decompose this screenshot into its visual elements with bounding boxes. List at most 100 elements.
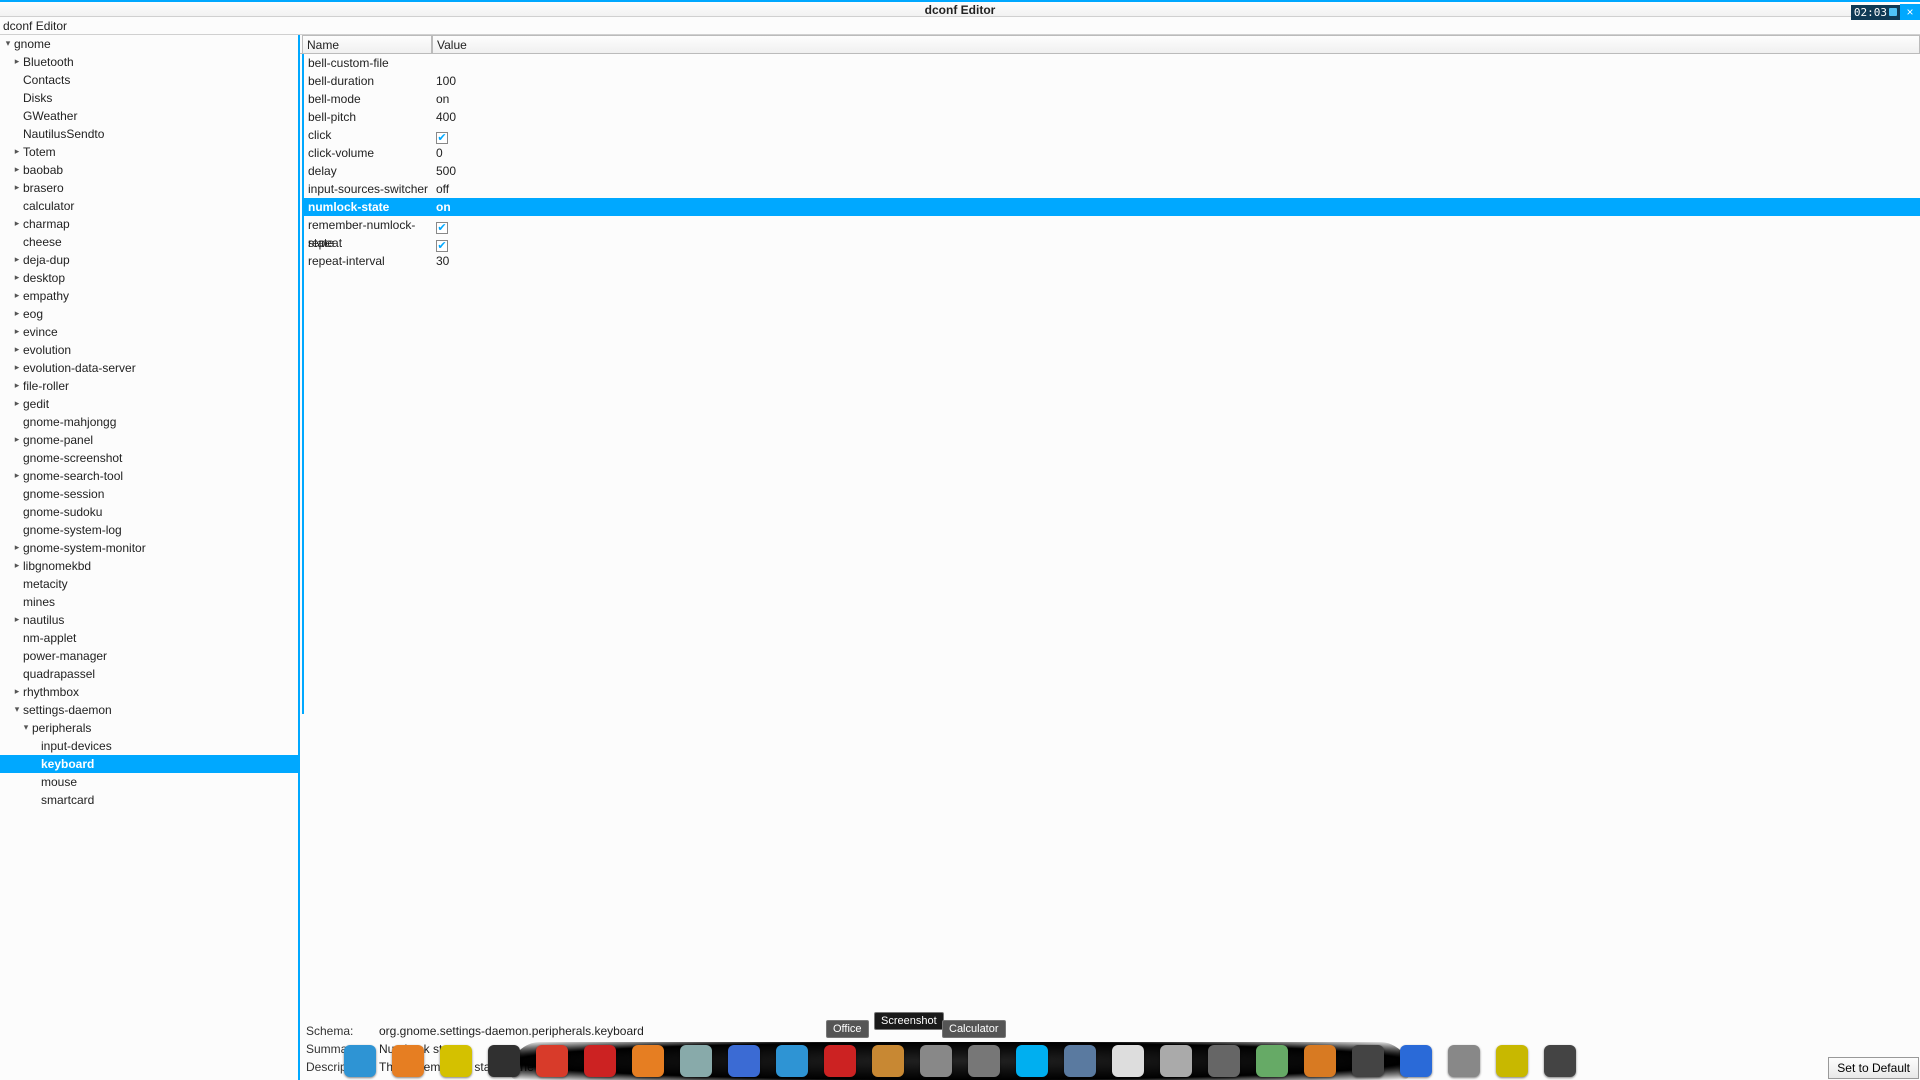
tree-item-cheese[interactable]: ▸cheese <box>0 233 298 251</box>
key-value[interactable]: on <box>434 198 1920 216</box>
dock-pidgin-icon[interactable] <box>728 1045 760 1077</box>
chevron-right-icon[interactable]: ▸ <box>12 304 22 322</box>
tree-item-smartcard[interactable]: ▸smartcard <box>0 791 298 809</box>
menubar[interactable]: dconf Editor <box>0 17 1920 35</box>
tree-item-gnome-screenshot[interactable]: ▸gnome-screenshot <box>0 449 298 467</box>
chevron-right-icon[interactable]: ▸ <box>12 430 22 448</box>
column-header-name[interactable]: Name <box>302 35 432 53</box>
chevron-right-icon[interactable]: ▸ <box>12 358 22 376</box>
tree-item-Disks[interactable]: ▸Disks <box>0 89 298 107</box>
dock-monitor-icon[interactable] <box>1544 1045 1576 1077</box>
tree-item-gnome-system-log[interactable]: ▸gnome-system-log <box>0 521 298 539</box>
tree-item-gnome-search-tool[interactable]: ▸gnome-search-tool <box>0 467 298 485</box>
set-to-default-button[interactable]: Set to Default <box>1828 1057 1919 1079</box>
chevron-right-icon[interactable]: ▸ <box>12 394 22 412</box>
tree-item-gnome-mahjongg[interactable]: ▸gnome-mahjongg <box>0 413 298 431</box>
dock-zorin-icon[interactable] <box>776 1045 808 1077</box>
key-row-bell-pitch[interactable]: bell-pitch400 <box>304 108 1920 126</box>
tree-item-deja-dup[interactable]: ▸deja-dup <box>0 251 298 269</box>
dock-java-icon[interactable] <box>1064 1045 1096 1077</box>
tree-item-keyboard[interactable]: ▸keyboard <box>0 755 298 773</box>
tree-item-gnome-system-monitor[interactable]: ▸gnome-system-monitor <box>0 539 298 557</box>
tree-item-metacity[interactable]: ▸metacity <box>0 575 298 593</box>
tree-item-rhythmbox[interactable]: ▸rhythmbox <box>0 683 298 701</box>
tree-item-Totem[interactable]: ▸Totem <box>0 143 298 161</box>
tree-item-gedit[interactable]: ▸gedit <box>0 395 298 413</box>
tree-item-peripherals[interactable]: ▾peripherals <box>0 719 298 737</box>
column-header-value[interactable]: Value <box>432 35 1920 53</box>
tree-item-libgnomekbd[interactable]: ▸libgnomekbd <box>0 557 298 575</box>
chevron-down-icon[interactable]: ▾ <box>3 35 13 52</box>
key-value[interactable]: 400 <box>434 108 1920 126</box>
dock-firefox-alt-icon[interactable] <box>392 1045 424 1077</box>
tree-item-mines[interactable]: ▸mines <box>0 593 298 611</box>
key-row-repeat[interactable]: repeat✔ <box>304 234 1920 252</box>
tree-item-evince[interactable]: ▸evince <box>0 323 298 341</box>
key-row-delay[interactable]: delay500 <box>304 162 1920 180</box>
key-row-input-sources-switcher[interactable]: input-sources-switcheroff <box>304 180 1920 198</box>
key-value[interactable]: 100 <box>434 72 1920 90</box>
checkbox[interactable]: ✔ <box>436 132 448 144</box>
dock-files-icon[interactable] <box>872 1045 904 1077</box>
tree-item-NautilusSendto[interactable]: ▸NautilusSendto <box>0 125 298 143</box>
tree-item-desktop[interactable]: ▸desktop <box>0 269 298 287</box>
tree-item-baobab[interactable]: ▸baobab <box>0 161 298 179</box>
key-row-bell-mode[interactable]: bell-modeon <box>304 90 1920 108</box>
dock-calculator-icon[interactable] <box>968 1045 1000 1077</box>
dock-battery-icon[interactable] <box>1448 1045 1480 1077</box>
key-value[interactable] <box>434 54 1920 72</box>
schema-tree[interactable]: ▾gnome▸Bluetooth▸Contacts▸Disks▸GWeather… <box>0 35 300 1080</box>
key-value[interactable]: ✔ <box>434 234 1920 252</box>
tree-item-gnome-sudoku[interactable]: ▸gnome-sudoku <box>0 503 298 521</box>
chevron-right-icon[interactable]: ▸ <box>12 682 22 700</box>
tree-item-eog[interactable]: ▸eog <box>0 305 298 323</box>
chevron-right-icon[interactable]: ▸ <box>12 268 22 286</box>
dock-bird-icon[interactable] <box>680 1045 712 1077</box>
checkbox[interactable]: ✔ <box>436 222 448 234</box>
keys-table[interactable]: bell-custom-filebell-duration100bell-mod… <box>302 54 1920 714</box>
tree-item-gnome-panel[interactable]: ▸gnome-panel <box>0 431 298 449</box>
dock-task-icon[interactable] <box>536 1045 568 1077</box>
key-value[interactable]: ✔ <box>434 216 1920 234</box>
tree-item-settings-daemon[interactable]: ▾settings-daemon <box>0 701 298 719</box>
tree-item-gnome-session[interactable]: ▸gnome-session <box>0 485 298 503</box>
chevron-down-icon[interactable]: ▾ <box>21 718 31 736</box>
key-row-click[interactable]: click✔ <box>304 126 1920 144</box>
key-value[interactable]: 500 <box>434 162 1920 180</box>
chevron-right-icon[interactable]: ▸ <box>12 538 22 556</box>
chevron-right-icon[interactable]: ▸ <box>12 466 22 484</box>
dock-terminal-icon[interactable] <box>488 1045 520 1077</box>
menubar-app-label[interactable]: dconf Editor <box>3 19 67 33</box>
chevron-right-icon[interactable]: ▸ <box>12 160 22 178</box>
dock-zorin-menu-icon[interactable] <box>344 1045 376 1077</box>
dock-accessibility-icon[interactable] <box>1400 1045 1432 1077</box>
tree-item-Contacts[interactable]: ▸Contacts <box>0 71 298 89</box>
chevron-right-icon[interactable]: ▸ <box>12 610 22 628</box>
chevron-right-icon[interactable]: ▸ <box>12 142 22 160</box>
close-button[interactable]: × <box>1900 4 1920 20</box>
dock-firefox-icon[interactable] <box>632 1045 664 1077</box>
chevron-right-icon[interactable]: ▸ <box>12 214 22 232</box>
tree-item-quadrapassel[interactable]: ▸quadrapassel <box>0 665 298 683</box>
key-row-bell-duration[interactable]: bell-duration100 <box>304 72 1920 90</box>
key-value[interactable]: on <box>434 90 1920 108</box>
chevron-right-icon[interactable]: ▸ <box>12 340 22 358</box>
dock-skype-icon[interactable] <box>1016 1045 1048 1077</box>
key-row-click-volume[interactable]: click-volume0 <box>304 144 1920 162</box>
tree-item-mouse[interactable]: ▸mouse <box>0 773 298 791</box>
tree-item-empathy[interactable]: ▸empathy <box>0 287 298 305</box>
dock-android-icon[interactable] <box>1256 1045 1288 1077</box>
tree-item-nm-applet[interactable]: ▸nm-applet <box>0 629 298 647</box>
key-value[interactable]: off <box>434 180 1920 198</box>
dock-camera-icon[interactable] <box>920 1045 952 1077</box>
key-value[interactable]: 0 <box>434 144 1920 162</box>
chevron-right-icon[interactable]: ▸ <box>12 286 22 304</box>
tree-item-nautilus[interactable]: ▸nautilus <box>0 611 298 629</box>
key-row-remember-numlock-state[interactable]: remember-numlock-state✔ <box>304 216 1920 234</box>
dock-emacs-icon[interactable] <box>440 1045 472 1077</box>
dock-time-icon[interactable] <box>1208 1045 1240 1077</box>
tree-item-gnome[interactable]: ▾gnome <box>0 35 298 53</box>
chevron-right-icon[interactable]: ▸ <box>12 52 22 70</box>
tree-item-evolution[interactable]: ▸evolution <box>0 341 298 359</box>
dock-panel-icon[interactable] <box>1352 1045 1384 1077</box>
